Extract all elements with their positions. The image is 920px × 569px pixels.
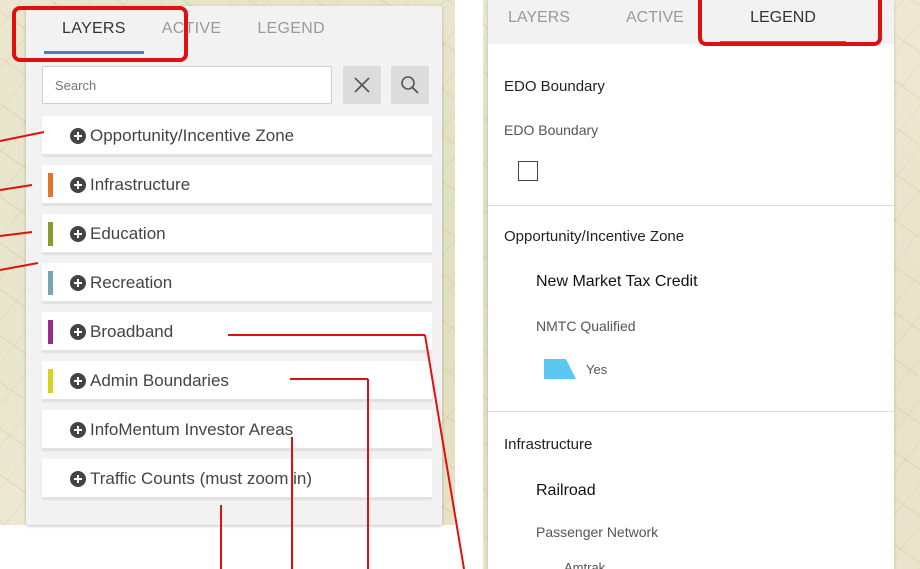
annotation-lines xyxy=(0,131,465,569)
